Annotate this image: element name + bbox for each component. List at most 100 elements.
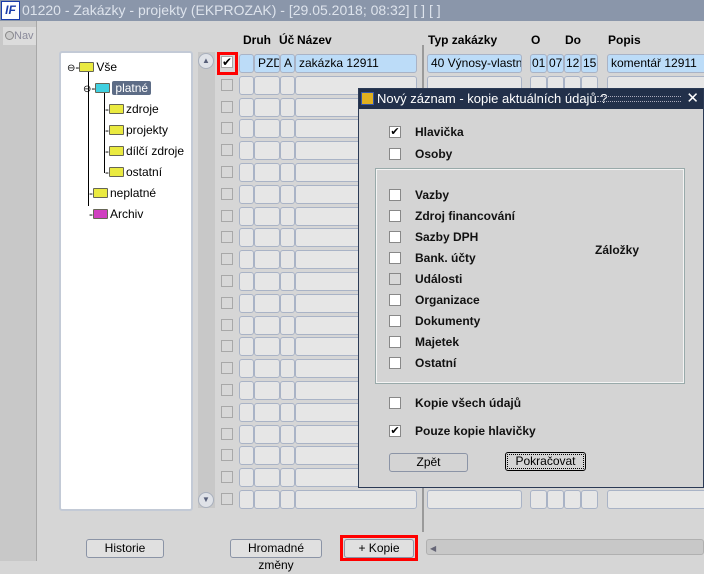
table-cell[interactable] [254,97,280,117]
table-cell[interactable] [254,424,280,444]
table-cell[interactable] [254,468,280,488]
table-cell[interactable] [239,315,254,335]
table-cell[interactable] [254,293,280,313]
table-cell[interactable] [280,381,295,400]
header-do[interactable]: Do [565,33,581,47]
row-checkbox[interactable] [221,340,233,353]
table-cell[interactable] [254,490,280,509]
row-checkbox-checked[interactable]: ✔ [221,56,233,68]
table-cell[interactable] [530,490,547,509]
table-cell[interactable] [254,75,280,95]
tree-node-platne[interactable]: ⊖- platné [83,80,152,98]
hromadne-zmeny-button[interactable]: Hromadné změny [230,539,322,572]
table-cell[interactable] [254,381,280,400]
kopie-button[interactable]: + Kopie [344,539,414,558]
kopie-vsech-checkbox[interactable] [389,397,401,409]
table-cell[interactable] [239,359,254,379]
table-cell[interactable] [239,206,254,226]
pouze-hlavicka-checkbox[interactable]: ✔ [389,425,401,437]
table-cell[interactable] [280,359,295,379]
tab-checkbox[interactable] [389,357,401,369]
table-cell[interactable] [280,337,295,357]
category-tree[interactable]: ⊖- Vše ⊖- platné - zdroje - projekty - dílčí … [59,51,193,511]
table-cell[interactable] [280,75,295,95]
row-checkbox[interactable] [221,187,233,200]
table-cell[interactable] [254,272,280,291]
table-cell[interactable] [239,293,254,313]
table-cell[interactable] [239,141,254,161]
table-cell[interactable] [254,402,280,422]
tab-checkbox[interactable] [389,252,401,264]
table-cell[interactable] [280,97,295,117]
table-cell[interactable] [254,359,280,379]
table-cell[interactable] [254,446,280,466]
table-cell[interactable] [280,293,295,313]
tree-node-root[interactable]: ⊖- Vše [67,59,117,77]
row-checkbox[interactable] [221,318,233,331]
table-cell[interactable] [280,315,295,335]
table-cell[interactable] [239,402,254,422]
table-cell[interactable] [239,468,254,488]
table-cell[interactable] [427,490,522,509]
hlavicka-checkbox[interactable]: ✔ [389,126,401,138]
cell-nazev[interactable]: zakázka 12911 [295,54,417,73]
row-checkbox[interactable] [221,384,233,396]
tab-checkbox[interactable] [389,336,401,348]
row-checkbox[interactable] [221,471,233,484]
table-cell[interactable] [581,490,598,509]
horizontal-scrollbar[interactable]: ◀ [426,539,704,555]
row-checkbox[interactable] [221,296,233,309]
table-cell[interactable] [280,468,295,488]
table-cell[interactable] [607,490,704,509]
cell-o2[interactable]: 07 [547,54,564,73]
header-typ[interactable]: Typ zakázky [428,33,497,47]
tree-node-projekty[interactable]: - projekty [105,122,168,138]
cell-d1[interactable]: 12 [564,54,581,73]
header-uc[interactable]: Úč [279,33,294,47]
tab-checkbox[interactable] [389,210,401,222]
table-cell[interactable] [239,163,254,182]
table-cell[interactable] [280,184,295,204]
tree-node-archiv[interactable]: - Archiv [89,206,143,222]
table-cell[interactable] [547,490,564,509]
tree-node-ostatni[interactable]: - ostatní [105,164,162,180]
table-cell[interactable] [280,163,295,182]
table-cell[interactable] [239,97,254,117]
row-checkbox[interactable] [221,166,233,178]
scroll-left-icon[interactable]: ◀ [427,544,436,553]
table-cell[interactable] [239,228,254,248]
row-checkbox[interactable] [221,405,233,418]
tree-node-zdroje[interactable]: - zdroje [105,101,159,117]
table-cell[interactable] [280,402,295,422]
header-druh[interactable]: Druh [243,33,271,47]
table-cell[interactable] [280,119,295,139]
scroll-down-icon[interactable]: ▼ [198,492,214,508]
row-checkbox[interactable] [221,144,233,157]
cell-blank[interactable] [239,54,254,73]
tab-checkbox[interactable] [389,231,401,243]
row-checkbox[interactable] [221,253,233,266]
table-cell[interactable] [280,228,295,248]
table-cell[interactable] [254,206,280,226]
table-cell[interactable] [254,337,280,357]
tab-checkbox[interactable] [389,315,401,327]
osoby-checkbox[interactable] [389,148,401,160]
table-cell[interactable] [239,250,254,270]
row-checkbox[interactable] [221,362,233,375]
cell-typ[interactable]: 40 Výnosy-vlastní [427,54,522,73]
cell-uc[interactable]: A [280,54,295,73]
zpet-button[interactable]: Zpět [389,453,468,472]
cell-druh[interactable]: PZD [254,54,280,73]
row-checkbox[interactable] [221,122,233,135]
row-checkbox[interactable] [221,100,233,113]
nav-radio[interactable]: Nav [3,27,36,45]
table-cell[interactable] [254,141,280,161]
table-cell[interactable] [564,490,581,509]
tab-checkbox[interactable] [389,294,401,306]
table-cell[interactable] [295,490,417,509]
header-popis[interactable]: Popis [608,33,641,47]
table-cell[interactable] [239,75,254,95]
table-cell[interactable] [280,206,295,226]
table-cell[interactable] [280,272,295,291]
row-checkbox[interactable] [221,427,233,440]
